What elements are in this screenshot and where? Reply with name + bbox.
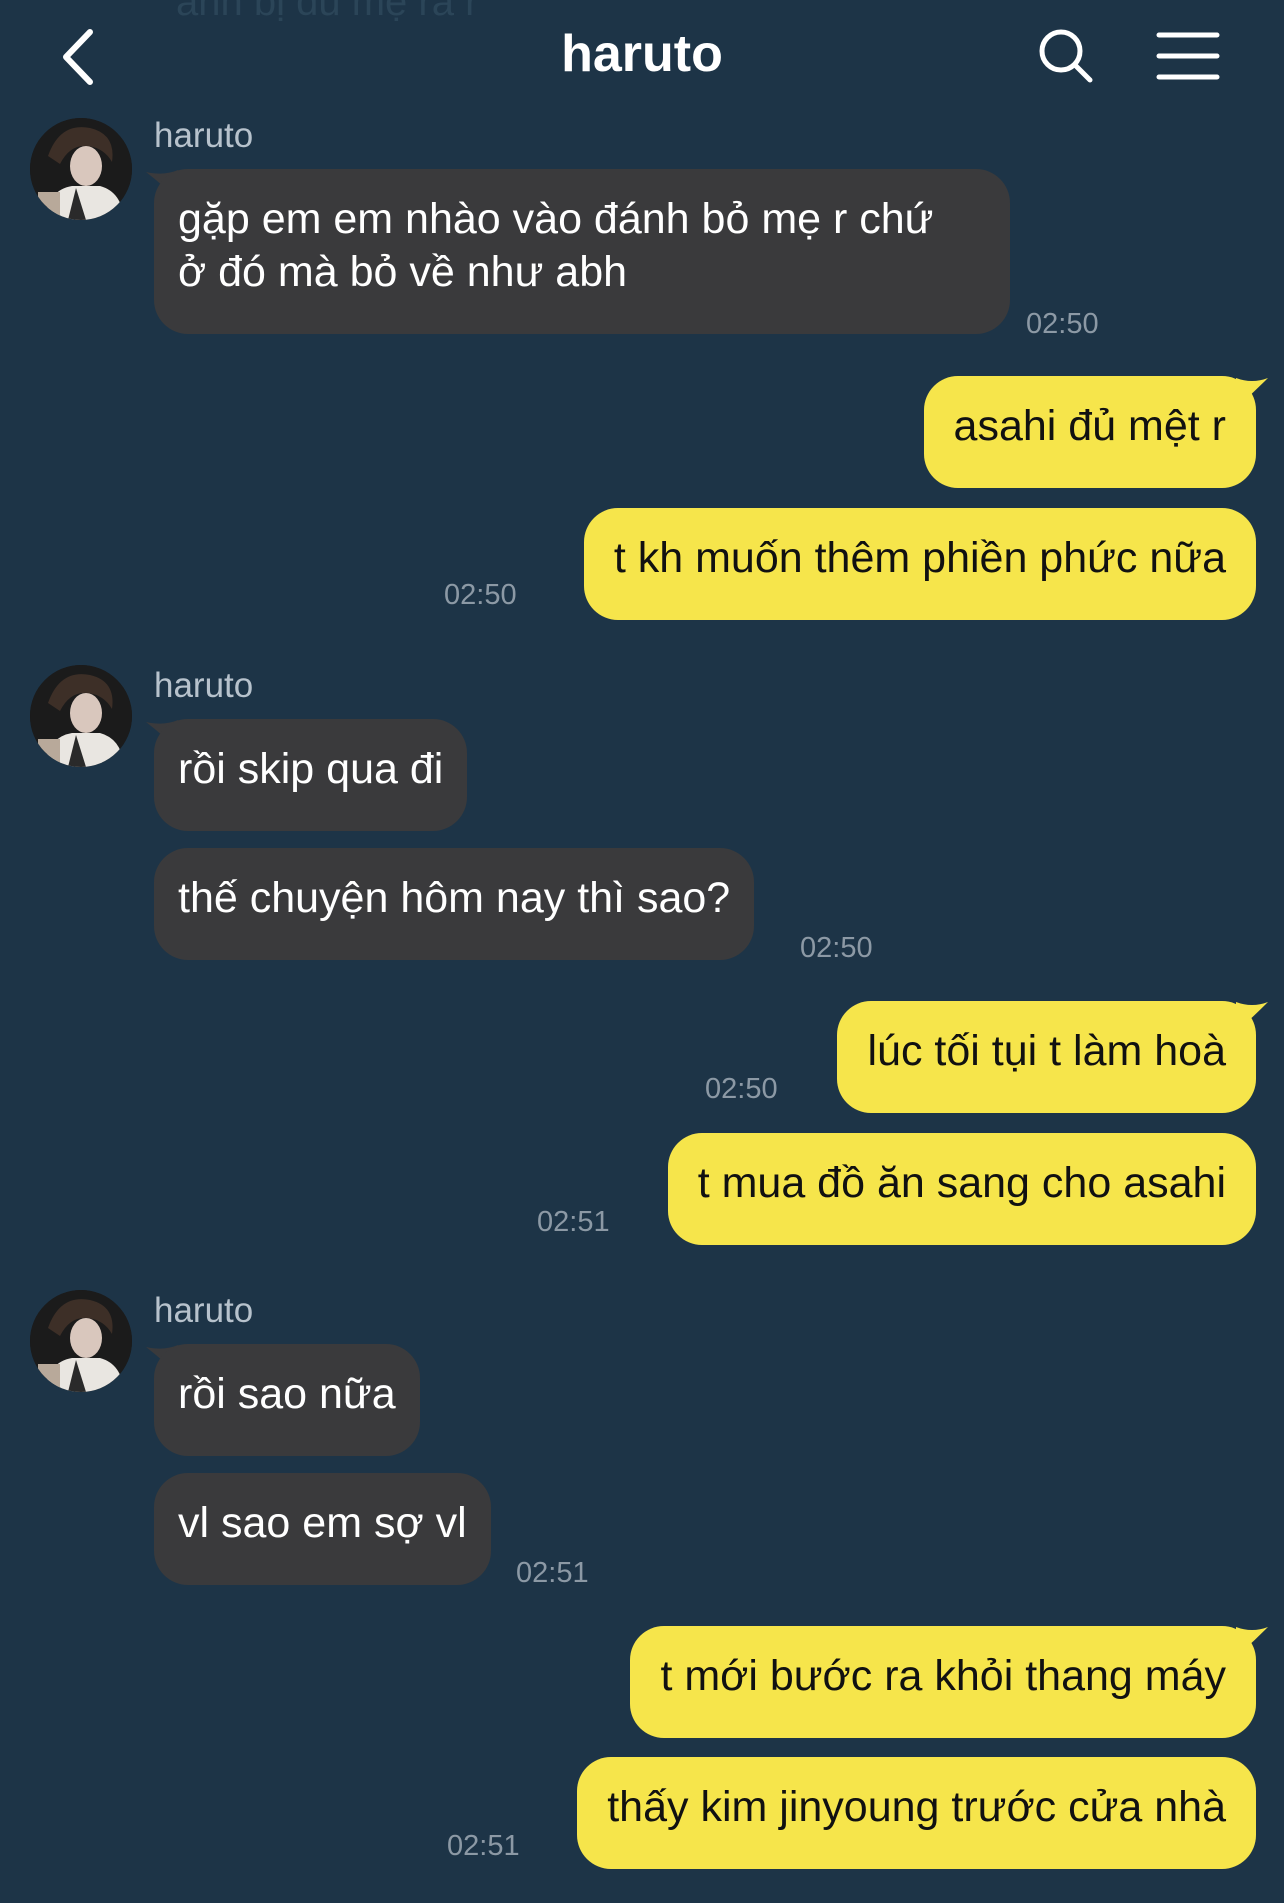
sender-name: haruto — [154, 116, 254, 155]
outgoing-message[interactable]: lúc tối tụi t làm hoà — [837, 1001, 1256, 1113]
sender-name: haruto — [154, 1291, 254, 1330]
chat-header: haruto — [0, 0, 1284, 112]
avatar[interactable] — [30, 1290, 132, 1392]
incoming-message[interactable]: gặp em em nhào vào đánh bỏ mẹ r chứ ở đó… — [154, 169, 1010, 334]
profile-photo-icon — [30, 118, 132, 220]
avatar[interactable] — [30, 118, 132, 220]
message-time: 02:50 — [444, 579, 517, 611]
hamburger-menu-icon — [1156, 32, 1220, 80]
incoming-message[interactable]: rồi skip qua đi — [154, 719, 468, 831]
search-button[interactable] — [1036, 26, 1096, 86]
outgoing-message[interactable]: thấy kim jinyoung trước cửa nhà — [577, 1757, 1256, 1869]
outgoing-message[interactable]: t kh muốn thêm phiền phức nữa — [583, 508, 1256, 620]
outgoing-message[interactable]: asahi đủ mệt r — [923, 376, 1256, 488]
profile-photo-icon — [30, 1290, 132, 1392]
message-time: 02:51 — [516, 1557, 589, 1589]
menu-button[interactable] — [1156, 30, 1220, 82]
outgoing-message[interactable]: t mới bước ra khỏi thang máy — [630, 1626, 1256, 1738]
message-time: 02:50 — [800, 932, 873, 964]
profile-photo-icon — [30, 665, 132, 767]
message-time: 02:50 — [1026, 308, 1099, 340]
chat-screen: anh bị đủ mẹ ra r haruto haruto gặp em e… — [0, 0, 1284, 1903]
incoming-message[interactable]: rồi sao nữa — [154, 1344, 420, 1456]
incoming-message[interactable]: vl sao em sợ vl — [154, 1473, 491, 1585]
message-time: 02:51 — [537, 1206, 610, 1238]
avatar[interactable] — [30, 665, 132, 767]
search-icon — [1039, 29, 1093, 83]
incoming-message[interactable]: thế chuyện hôm nay thì sao? — [154, 848, 755, 960]
message-time: 02:50 — [705, 1073, 778, 1105]
sender-name: haruto — [154, 666, 254, 705]
message-time: 02:51 — [447, 1830, 520, 1862]
outgoing-message[interactable]: t mua đồ ăn sang cho asahi — [667, 1133, 1256, 1245]
